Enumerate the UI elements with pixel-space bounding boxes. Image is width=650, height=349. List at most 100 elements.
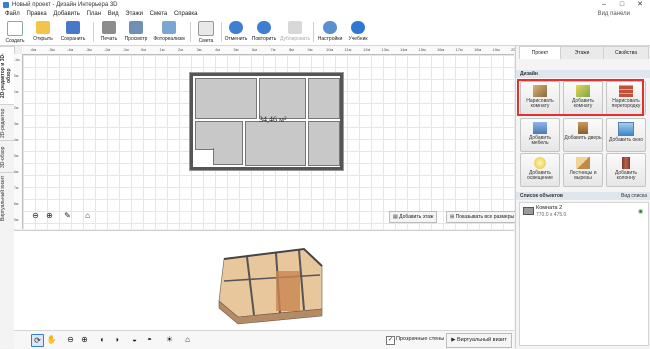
- create-button[interactable]: Создать: [2, 20, 28, 44]
- menu-view[interactable]: Вид: [108, 10, 119, 19]
- ruler-tick: -3м: [85, 47, 92, 52]
- photorealism-button[interactable]: Фотореализм: [152, 20, 186, 44]
- view-right-icon[interactable]: ◓: [144, 334, 155, 345]
- menu-help[interactable]: Справка: [174, 10, 198, 19]
- plan-room[interactable]: [308, 78, 340, 119]
- ruler-tick: 19м: [492, 47, 500, 52]
- tab-3d-view[interactable]: 3D-обзор: [0, 140, 14, 173]
- bottom-toolbar: ⟳ ✋ ⊖ ⊕ ◐ ◑ ◒ ◓ ☀ ⌂ ✓ Прозрачные стены ▶…: [14, 330, 514, 349]
- column-icon: [622, 157, 630, 169]
- folder-icon: [36, 21, 50, 34]
- menu-estimate[interactable]: Смета: [150, 10, 168, 19]
- zoom-out-icon[interactable]: ⊖: [30, 210, 41, 221]
- tab-virtual-visit[interactable]: Виртуальный визит: [0, 172, 14, 223]
- plan-canvas[interactable]: 34,46 м²: [23, 55, 514, 229]
- help-icon: [351, 21, 365, 34]
- plan-room[interactable]: [195, 78, 257, 119]
- add-furniture-button[interactable]: Добавить мебель: [520, 118, 560, 152]
- menu-plan[interactable]: План: [87, 10, 101, 19]
- view-left-icon[interactable]: ◒: [129, 334, 140, 345]
- ruler-tick: 13м: [381, 47, 389, 52]
- ruler-tick: -1м: [122, 47, 129, 52]
- object-size: 770.0 x 475.0: [536, 212, 567, 218]
- ruler-tick: 8м: [14, 202, 19, 206]
- list-item[interactable]: Комната 2 770.0 x 475.0 ◉: [522, 205, 646, 219]
- add-floor-button[interactable]: ▤ Добавить этаж: [389, 211, 438, 223]
- minimize-button[interactable]: –: [598, 1, 610, 9]
- undo-icon: [229, 21, 243, 34]
- window-title: Новый проект - Дизайн Интерьера 3D: [12, 2, 118, 8]
- toolbar-separator: [221, 22, 222, 42]
- visibility-eye-icon[interactable]: ◉: [638, 208, 643, 215]
- ruler-tick: 10м: [326, 47, 334, 52]
- tutorial-button[interactable]: Учебник: [345, 20, 371, 44]
- furniture-icon: [533, 122, 547, 134]
- ruler-tick: 4м: [14, 138, 19, 142]
- stairs-cutouts-button[interactable]: Лестницы и вырезы: [563, 153, 603, 187]
- plan-room[interactable]: [195, 121, 243, 150]
- ruler-tick: 18м: [474, 47, 482, 52]
- new-document-icon: [7, 21, 23, 36]
- menu-floors[interactable]: Этажи: [125, 10, 143, 19]
- menu-file[interactable]: Файл: [5, 10, 20, 19]
- estimate-button[interactable]: Смета: [193, 20, 219, 44]
- duplicate-icon: [288, 21, 302, 34]
- objects-list: Комната 2 770.0 x 475.0 ◉: [519, 202, 649, 346]
- view-3d[interactable]: [14, 230, 514, 331]
- home-icon[interactable]: ⌂: [82, 210, 93, 221]
- plan-room[interactable]: [245, 121, 306, 166]
- objects-view-dropdown[interactable]: Вид списка: [621, 192, 647, 200]
- add-door-button[interactable]: Добавить дверь: [563, 118, 603, 152]
- virtual-visit-button[interactable]: ▶ Виртуальный визит: [446, 333, 512, 348]
- ruler-tick: 5м: [14, 154, 19, 158]
- settings-button[interactable]: Настройки: [316, 20, 344, 44]
- highlight-box: [517, 79, 644, 116]
- ruler-tick: 1м: [14, 90, 19, 94]
- photo-icon: [162, 21, 176, 34]
- panel-view-label[interactable]: Вид панели: [598, 10, 630, 19]
- preview-button[interactable]: Просмотр: [123, 20, 149, 44]
- show-all-sizes-button[interactable]: ⊞ Показывать все размеры: [446, 211, 519, 223]
- duplicate-button[interactable]: Дублировать: [280, 20, 310, 44]
- tab-floors[interactable]: Этажи: [560, 46, 604, 59]
- plan-room[interactable]: [308, 121, 340, 166]
- toolbar-separator: [93, 22, 94, 42]
- plan-room[interactable]: [213, 148, 243, 165]
- ruler-tick: 6м: [252, 47, 257, 52]
- maximize-button[interactable]: □: [616, 1, 628, 9]
- house-3d-model[interactable]: [14, 231, 514, 331]
- zoom-in-icon[interactable]: ⊕: [44, 210, 55, 221]
- menu-add[interactable]: Добавить: [53, 10, 80, 19]
- add-window-button[interactable]: Добавить окно: [606, 118, 646, 152]
- zoom-out-icon[interactable]: ⊖: [65, 334, 76, 345]
- close-button[interactable]: ✕: [634, 1, 646, 9]
- zoom-in-icon[interactable]: ⊕: [79, 334, 90, 345]
- add-lighting-button[interactable]: Добавить освещение: [520, 153, 560, 187]
- add-column-button[interactable]: Добавить колонну: [606, 153, 646, 187]
- rotate-icon[interactable]: ⟳: [31, 334, 44, 347]
- open-button[interactable]: Открыть: [30, 20, 56, 44]
- ruler-tick: 3м: [196, 47, 202, 52]
- measure-icon[interactable]: ✎: [62, 210, 73, 221]
- tab-2d-editor[interactable]: 2D-редактор: [0, 104, 14, 141]
- tab-project[interactable]: Проект: [519, 46, 561, 59]
- print-button[interactable]: Печать: [96, 20, 122, 44]
- ruler-tick: 11м: [344, 47, 352, 52]
- tab-properties[interactable]: Свойства: [603, 46, 649, 59]
- ruler-tick: 14м: [400, 47, 408, 52]
- pan-hand-icon[interactable]: ✋: [46, 334, 57, 345]
- tab-2d-and-3d[interactable]: 2D-редактор и 3D-обзор: [0, 46, 14, 105]
- ruler-tick: 2м: [178, 47, 183, 52]
- toolbar-separator: [190, 22, 191, 42]
- menu-edit[interactable]: Правка: [26, 10, 46, 19]
- save-button[interactable]: Сохранить: [58, 20, 88, 44]
- view-back-icon[interactable]: ◑: [111, 334, 122, 345]
- transparent-walls-checkbox[interactable]: ✓: [386, 336, 395, 345]
- room-icon: [523, 207, 534, 215]
- lighting-icon[interactable]: ☀: [164, 334, 175, 345]
- view-front-icon[interactable]: ◐: [97, 334, 108, 345]
- undo-button[interactable]: Отменить: [223, 20, 249, 44]
- plan-room[interactable]: [259, 78, 306, 119]
- redo-button[interactable]: Повторить: [251, 20, 277, 44]
- home-icon[interactable]: ⌂: [182, 334, 193, 345]
